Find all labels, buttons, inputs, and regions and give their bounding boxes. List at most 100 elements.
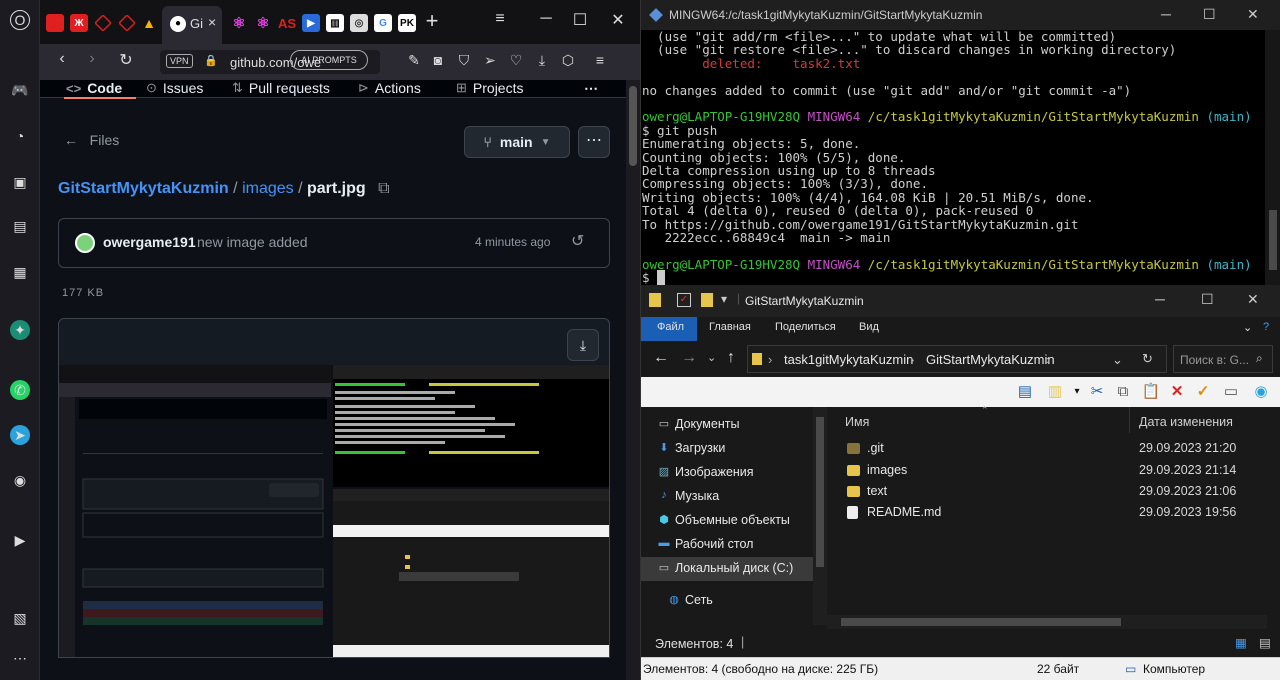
- search-input[interactable]: Поиск в: G... ⌕: [1173, 345, 1273, 373]
- globe-icon[interactable]: ◉: [1251, 382, 1271, 402]
- commit-author[interactable]: owergame191: [103, 234, 196, 250]
- camera-icon[interactable]: ◙: [426, 52, 450, 68]
- reload-icon[interactable]: ↻: [114, 50, 138, 70]
- minimize-icon[interactable]: ─: [1155, 291, 1165, 307]
- player-icon[interactable]: ▶: [10, 530, 30, 550]
- discord-icon[interactable]: ◉: [10, 470, 30, 490]
- check-icon[interactable]: ✓: [1193, 382, 1213, 402]
- more-icon[interactable]: ⋯: [10, 648, 30, 668]
- twitch-icon[interactable]: ▤: [10, 216, 30, 236]
- tab-favicon-pk[interactable]: PK: [398, 14, 416, 32]
- tab-projects[interactable]: ⊞ Projects: [456, 80, 523, 96]
- details-view-icon[interactable]: ▦: [1235, 635, 1247, 650]
- path-segment[interactable]: task1gitMykytaKuzmin: [784, 352, 913, 367]
- speedometer-icon[interactable]: ◔: [10, 126, 30, 146]
- chatgpt-icon[interactable]: ✦: [10, 320, 30, 340]
- maximize-icon[interactable]: ☐: [568, 10, 592, 30]
- tab-favicon-ubi[interactable]: [46, 14, 64, 32]
- new-folder-icon[interactable]: [701, 293, 713, 307]
- cube-icon[interactable]: ⬡: [556, 52, 580, 69]
- up-arrow-icon[interactable]: ↑: [727, 349, 735, 367]
- nav-item-network[interactable]: ◍ Сеть: [669, 593, 713, 607]
- opera-logo-icon[interactable]: O: [10, 10, 30, 30]
- back-arrow-icon[interactable]: ←: [653, 349, 669, 367]
- new-tab-icon[interactable]: +: [420, 8, 444, 34]
- ai-prompts-button[interactable]: AI PROMPTS: [290, 50, 368, 70]
- tab-favicon-deco2[interactable]: [118, 14, 136, 32]
- tab-favicon-google[interactable]: G: [374, 14, 392, 32]
- heart-icon[interactable]: ♡: [504, 52, 528, 69]
- properties-icon[interactable]: ✓: [677, 293, 691, 307]
- recent-dropdown-icon[interactable]: ⌄: [707, 351, 716, 364]
- close-window-icon[interactable]: ✕: [1247, 291, 1259, 308]
- copy-icon[interactable]: ⧉: [1113, 382, 1133, 402]
- tab-code[interactable]: <> Code: [66, 80, 122, 96]
- breadcrumb-folder[interactable]: images: [242, 180, 294, 197]
- maximize-icon[interactable]: ☐: [1203, 6, 1216, 23]
- forward-arrow-icon[interactable]: →: [681, 349, 697, 367]
- download-button[interactable]: ⤓: [567, 329, 599, 361]
- help-icon[interactable]: ?: [1263, 321, 1269, 333]
- tiles-view-icon[interactable]: ▤: [1259, 635, 1271, 650]
- tab-favicon-deco[interactable]: [94, 14, 112, 32]
- view-pane-icon[interactable]: ▤: [1015, 382, 1035, 402]
- dropdown-icon[interactable]: ▾: [1067, 382, 1087, 402]
- tab-favicon-chrome[interactable]: ◎: [350, 14, 368, 32]
- tab-favicon-zeta[interactable]: Ж: [70, 14, 88, 32]
- input-line[interactable]: $ |: [642, 270, 1264, 285]
- file-row-images[interactable]: images 29.09.2023 21:14: [847, 463, 1267, 483]
- avatar[interactable]: [75, 233, 95, 253]
- commit-message[interactable]: new image added: [197, 234, 308, 250]
- send-icon[interactable]: ➢: [478, 52, 502, 69]
- nav-item-desktop[interactable]: ▬ Рабочий стол: [659, 537, 754, 551]
- image-icon[interactable]: ▧: [10, 608, 30, 628]
- terminal-scrollbar[interactable]: [1265, 30, 1280, 285]
- cut-icon[interactable]: ✂: [1087, 382, 1107, 402]
- nav-item-documents[interactable]: ▭ Документы: [659, 417, 740, 431]
- ribbon-tab-view[interactable]: Вид: [859, 321, 879, 333]
- nav-scrollbar[interactable]: [813, 407, 827, 625]
- breadcrumb-repo[interactable]: GitStartMykytaKuzmin: [58, 180, 229, 197]
- file-row-readme[interactable]: README.md 29.09.2023 19:56: [847, 505, 1267, 525]
- edit-icon[interactable]: ✎: [402, 52, 426, 69]
- delete-icon[interactable]: ✕: [1167, 382, 1187, 402]
- tab-favicon-film[interactable]: ▶: [302, 14, 320, 32]
- tab-favicon-ai2[interactable]: ⚛: [254, 14, 272, 32]
- file-row-git[interactable]: .git 29.09.2023 21:20: [847, 441, 1267, 461]
- history-icon[interactable]: ↺: [571, 231, 584, 251]
- cpu-icon[interactable]: ▦: [10, 262, 30, 282]
- file-row-text[interactable]: text 29.09.2023 21:06: [847, 484, 1267, 504]
- copy-icon[interactable]: ⧉: [378, 180, 389, 197]
- ribbon-tab-file[interactable]: Файл: [657, 321, 684, 333]
- branch-selector[interactable]: ⑂ main ▼: [464, 126, 570, 158]
- tab-close-icon[interactable]: ×: [208, 14, 216, 30]
- nav-item-music[interactable]: ♪ Музыка: [661, 489, 719, 503]
- ribbon-tab-home[interactable]: Главная: [709, 321, 751, 333]
- column-header-date[interactable]: Дата изменения: [1139, 415, 1233, 429]
- forward-icon[interactable]: ›: [80, 50, 104, 68]
- rename-icon[interactable]: ▭: [1221, 382, 1241, 402]
- terminal-output[interactable]: (use "git add/rm <file>..." to update wh…: [642, 30, 1264, 285]
- paste-icon[interactable]: 📋: [1141, 382, 1161, 402]
- minimize-icon[interactable]: ─: [1161, 6, 1171, 22]
- nav-item-downloads[interactable]: ⬇ Загрузки: [659, 441, 725, 455]
- whatsapp-icon[interactable]: ✆: [10, 380, 30, 400]
- tab-pull-requests[interactable]: ⇅ Pull requests: [232, 80, 330, 96]
- nav-item-3d-objects[interactable]: ⬢ Объемные объекты: [659, 513, 790, 527]
- browser-scrollbar[interactable]: [626, 80, 640, 680]
- close-window-icon[interactable]: ✕: [606, 10, 630, 30]
- nav-item-local-disk[interactable]: ▭ Локальный диск (C:): [659, 561, 794, 575]
- column-header-name[interactable]: Имя: [845, 415, 869, 429]
- tab-search-icon[interactable]: ≡: [488, 10, 512, 28]
- tab-favicon-as[interactable]: AS: [278, 14, 296, 32]
- maximize-icon[interactable]: ☐: [1201, 291, 1214, 308]
- files-back-link[interactable]: ← Files: [64, 132, 119, 148]
- active-tab[interactable]: ● Gi ×: [162, 6, 222, 44]
- tab-favicon-ai1[interactable]: ⚛: [230, 14, 248, 32]
- refresh-icon[interactable]: ↻: [1142, 351, 1153, 367]
- menu-icon[interactable]: ≡: [588, 52, 612, 68]
- shield-icon[interactable]: ⛉: [452, 52, 476, 69]
- address-field[interactable]: › task1gitMykytaKuzmin › GitStartMykytaK…: [747, 345, 1167, 373]
- more-options-button[interactable]: ⋯: [578, 126, 610, 158]
- path-segment[interactable]: GitStartMykytaKuzmin: [926, 352, 1055, 367]
